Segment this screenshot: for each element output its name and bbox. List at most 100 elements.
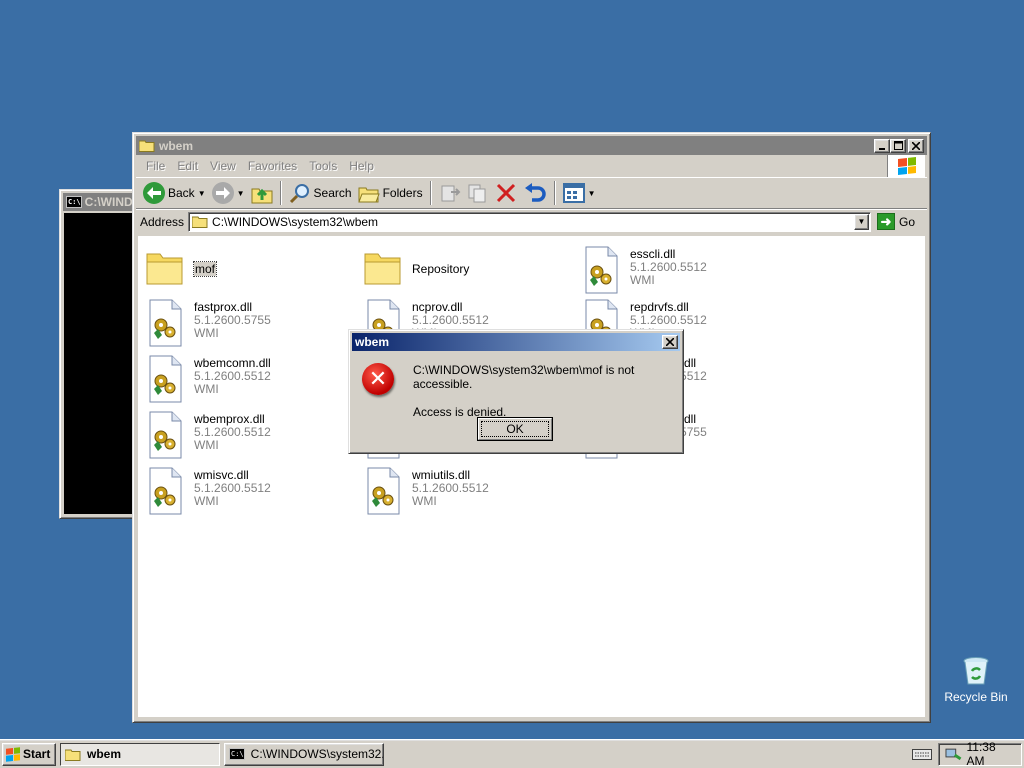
keyboard-icon[interactable]	[912, 747, 932, 761]
taskbar: Start wbem C:\ C:\WINDOWS\system32... 11…	[0, 739, 1024, 768]
back-button[interactable]: Back ▼	[140, 180, 209, 206]
undo-button[interactable]	[520, 180, 550, 206]
delete-button[interactable]	[492, 180, 520, 206]
folder-item[interactable]: Repository	[364, 246, 574, 294]
file-details: wbemcomn.dll 5.1.2600.5512 WMI	[194, 355, 271, 396]
chevron-down-icon[interactable]: ▼	[198, 189, 206, 198]
file-name: esscli.dll	[630, 247, 676, 261]
file-details: Repository	[412, 246, 469, 276]
recycle-bin-shortcut[interactable]: Recycle Bin	[940, 656, 1012, 704]
toolbar-separator	[553, 181, 556, 205]
copy-to-button[interactable]	[464, 180, 492, 206]
go-label: Go	[898, 214, 915, 229]
taskbar-item-cmd[interactable]: C:\ C:\WINDOWS\system32...	[224, 742, 384, 766]
folder-item[interactable]: mof	[146, 246, 356, 294]
folder-icon	[364, 246, 404, 294]
file-description: WMI	[194, 326, 219, 340]
menu-tools[interactable]: Tools	[303, 159, 343, 173]
address-dropdown-button[interactable]: ▼	[853, 213, 869, 230]
file-details: esscli.dll 5.1.2600.5512 WMI	[630, 246, 707, 287]
file-list[interactable]: mof Repository esscli.dll 5.1.2600.5512 WMI f…	[138, 236, 925, 717]
menu-file[interactable]: File	[140, 159, 171, 173]
back-arrow-icon	[143, 182, 165, 204]
error-dialog[interactable]: wbem ✕ C:\WINDOWS\system32\wbem\mof is n…	[348, 329, 684, 454]
start-button[interactable]: Start	[2, 742, 56, 766]
forward-button[interactable]: ▼	[209, 180, 248, 206]
copy-to-icon	[468, 184, 486, 203]
taskbar-item-wbem[interactable]: wbem	[60, 742, 220, 766]
file-item[interactable]: wbemcomn.dll 5.1.2600.5512 WMI	[146, 355, 356, 403]
minimize-button[interactable]	[874, 138, 890, 153]
dll-file-icon	[146, 299, 186, 347]
explorer-titlebar[interactable]: wbem	[136, 136, 927, 155]
address-value: C:\WINDOWS\system32\wbem	[212, 214, 379, 229]
views-icon	[562, 183, 585, 203]
file-description: WMI	[194, 494, 219, 508]
views-button[interactable]: ▼	[560, 180, 599, 206]
recycle-bin-icon	[962, 656, 990, 686]
clock[interactable]: 11:38 AM	[967, 740, 1015, 768]
file-details: wbemprox.dll 5.1.2600.5512 WMI	[194, 411, 271, 452]
menu-help[interactable]: Help	[343, 159, 380, 173]
maximize-button[interactable]	[890, 138, 906, 153]
dll-file-icon	[364, 467, 404, 515]
console-screen[interactable]	[64, 213, 134, 514]
chevron-down-icon[interactable]: ▼	[237, 189, 245, 198]
windows-logo-icon	[6, 746, 20, 762]
go-button[interactable]: ➜ Go	[876, 213, 915, 230]
file-item[interactable]: esscli.dll 5.1.2600.5512 WMI	[582, 246, 792, 294]
move-to-button[interactable]	[436, 180, 464, 206]
up-button[interactable]	[248, 180, 276, 206]
toolbar-separator	[279, 181, 282, 205]
file-item[interactable]: fastprox.dll 5.1.2600.5755 WMI	[146, 299, 356, 347]
menu-favorites[interactable]: Favorites	[242, 159, 303, 173]
file-name: wmiutils.dll	[412, 468, 471, 482]
file-item[interactable]: wmisvc.dll 5.1.2600.5512 WMI	[146, 467, 356, 515]
file-details: mof	[192, 246, 218, 277]
file-item[interactable]: wmiutils.dll 5.1.2600.5512 WMI	[364, 467, 574, 515]
file-description: WMI	[412, 494, 437, 508]
folder-icon	[192, 216, 208, 228]
folders-label: Folders	[382, 186, 423, 200]
search-button[interactable]: Search	[286, 180, 355, 206]
go-arrow-icon: ➜	[876, 213, 895, 230]
file-name: wbemprox.dll	[194, 412, 265, 426]
file-item[interactable]: wbemprox.dll 5.1.2600.5512 WMI	[146, 411, 356, 459]
command-prompt-icon: C:\	[66, 196, 82, 208]
network-icon[interactable]	[945, 746, 963, 762]
folders-button[interactable]: Folders	[355, 180, 426, 206]
taskbar-item-label: wbem	[87, 747, 122, 761]
windows-logo-icon	[887, 155, 925, 177]
taskbar-item-label: C:\WINDOWS\system32...	[250, 747, 384, 761]
dialog-titlebar[interactable]: wbem	[352, 333, 680, 351]
search-icon	[289, 184, 309, 204]
chevron-down-icon[interactable]: ▼	[588, 189, 596, 198]
folder-icon	[138, 139, 155, 152]
standard-toolbar: Back ▼ ▼ Search Folders ▼	[136, 177, 927, 209]
dialog-close-button[interactable]	[662, 335, 678, 349]
ok-button[interactable]: OK	[477, 417, 553, 441]
file-name: ncprov.dll	[412, 300, 463, 314]
forward-arrow-icon	[211, 182, 234, 204]
address-input[interactable]: C:\WINDOWS\system32\wbem ▼	[188, 211, 871, 232]
menu-view[interactable]: View	[204, 159, 242, 173]
system-tray: 11:38 AM	[938, 740, 1022, 768]
file-name: wbemcomn.dll	[194, 356, 271, 370]
window-title: wbem	[159, 138, 194, 153]
error-icon: ✕	[362, 363, 394, 395]
file-description: WMI	[630, 273, 655, 287]
dialog-title: wbem	[355, 335, 390, 349]
file-details: wmisvc.dll 5.1.2600.5512 WMI	[194, 467, 271, 508]
menu-edit[interactable]: Edit	[171, 159, 204, 173]
close-button[interactable]	[908, 138, 924, 153]
dialog-message-text: C:\WINDOWS\system32\wbem\mof is not acce…	[413, 363, 635, 391]
console-window[interactable]: C:\ C:\WINDOWS\system32\cmd.exe	[59, 189, 139, 519]
file-name: Repository	[412, 262, 470, 276]
console-title: C:\WINDOWS\system32\cmd.exe	[84, 195, 135, 209]
folder-icon	[146, 246, 186, 294]
back-label: Back	[168, 186, 195, 200]
file-name: fastprox.dll	[194, 300, 253, 314]
console-titlebar[interactable]: C:\ C:\WINDOWS\system32\cmd.exe	[63, 193, 135, 211]
ok-label: OK	[506, 422, 524, 436]
file-details: wmiutils.dll 5.1.2600.5512 WMI	[412, 467, 489, 508]
